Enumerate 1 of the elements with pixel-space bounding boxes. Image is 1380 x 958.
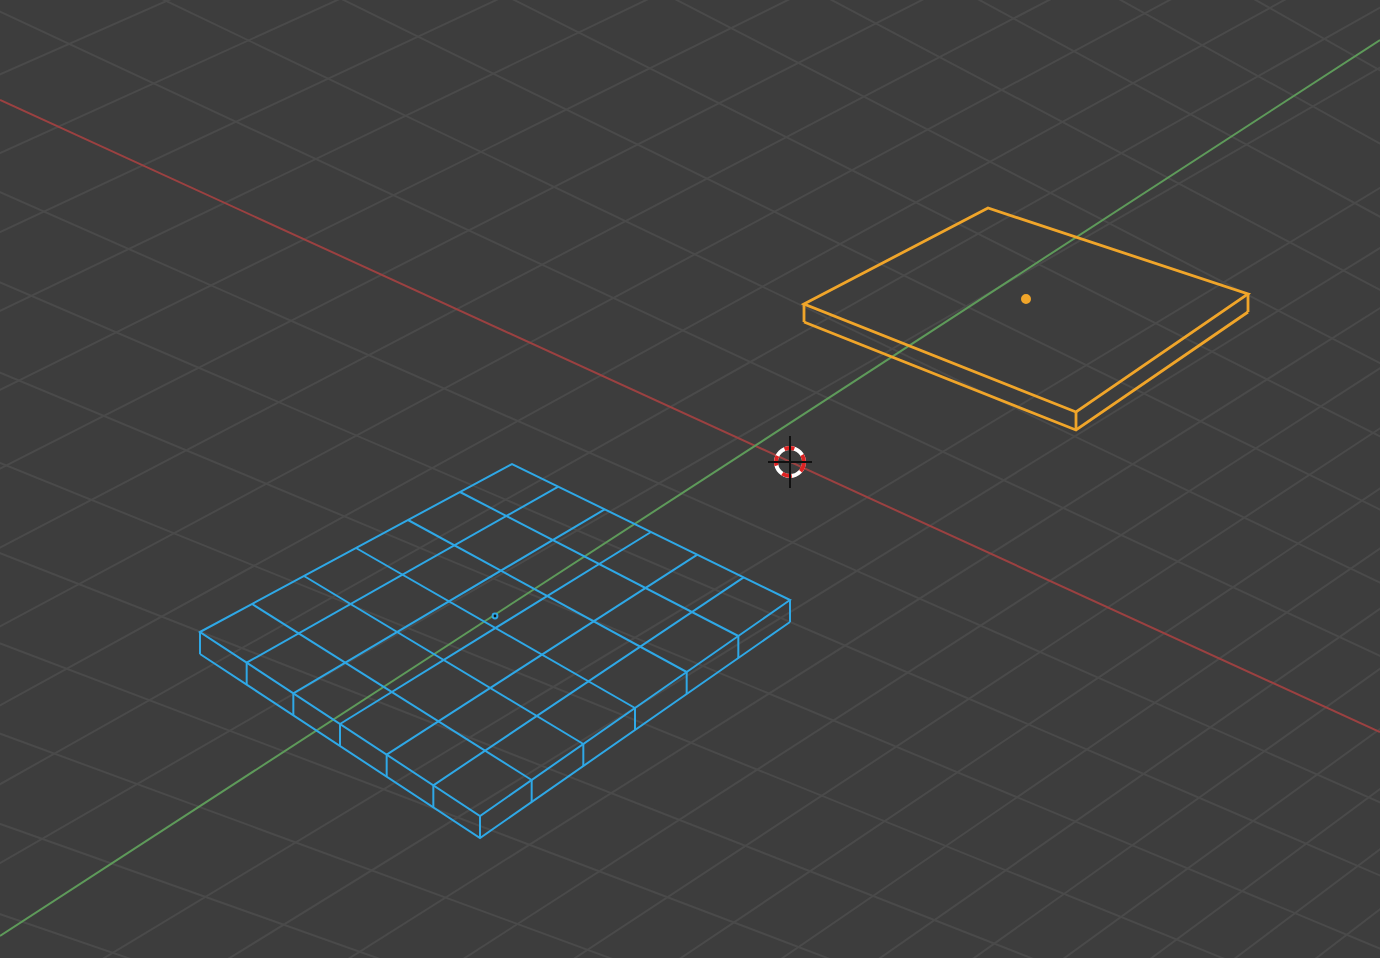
3d-cursor-icon[interactable] (767, 435, 813, 489)
